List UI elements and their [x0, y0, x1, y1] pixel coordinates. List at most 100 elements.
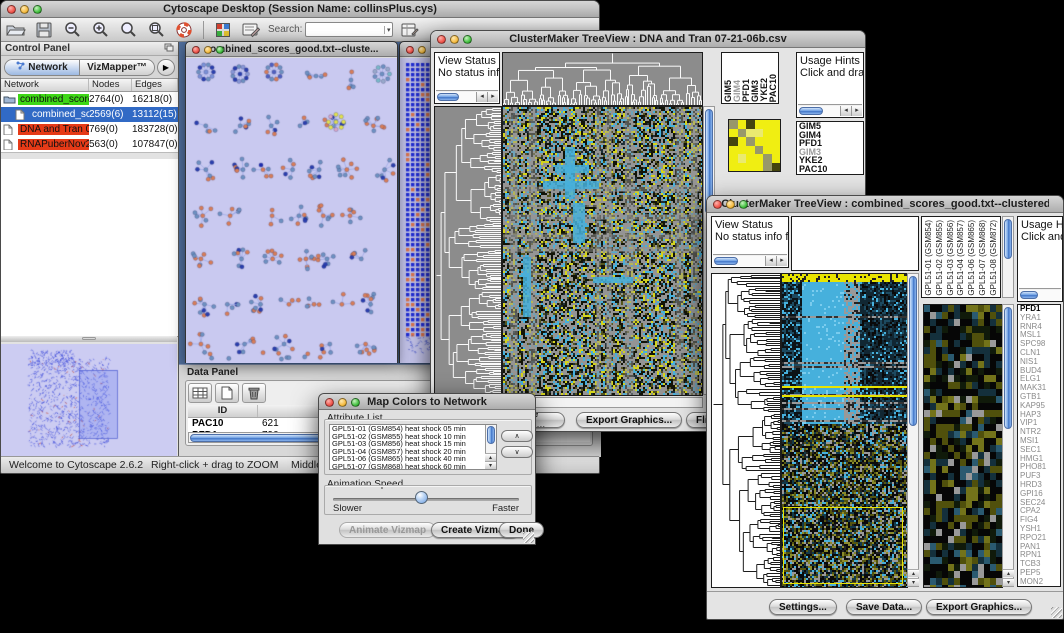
scroll-up-button[interactable]: ▴	[1003, 569, 1014, 577]
matrix-cell[interactable]	[763, 146, 772, 155]
matrix-cell[interactable]	[729, 137, 738, 146]
scrollbar-thumb[interactable]	[1004, 307, 1012, 429]
minimize-button[interactable]	[338, 398, 347, 407]
close-button[interactable]	[7, 5, 16, 14]
heatmap-vscrollbar[interactable]: ▴ ▾	[907, 273, 919, 587]
usage-hints-scrollbar[interactable]: ◂ ▸	[798, 104, 862, 116]
scroll-down-button[interactable]: ▾	[908, 578, 919, 586]
column-label[interactable]: PAC10	[769, 74, 778, 102]
animate-vizmap-button[interactable]: Animate Vizmap	[339, 522, 436, 538]
heatmap[interactable]	[781, 273, 908, 588]
matrix-cell[interactable]	[729, 146, 738, 155]
birdseye-view[interactable]	[1, 344, 177, 457]
zoom-button[interactable]	[33, 5, 42, 14]
matrix-cell[interactable]	[738, 137, 747, 146]
view-status-scrollbar[interactable]: ◂ ▸	[436, 90, 498, 102]
zoom-button[interactable]	[739, 200, 748, 209]
settings-button[interactable]: Settings...	[769, 599, 837, 615]
scroll-left-button[interactable]: ◂	[765, 256, 776, 266]
annotation-icon[interactable]	[240, 20, 262, 39]
zoom-button[interactable]	[463, 35, 472, 44]
row-dendrogram[interactable]	[434, 106, 502, 396]
network-view-titlebar[interactable]: combined_scores_good.txt--cluste...	[186, 42, 397, 57]
scrollbar-thumb[interactable]	[1020, 291, 1038, 299]
matrix-cell[interactable]	[738, 129, 747, 138]
save-session-icon[interactable]	[33, 20, 55, 39]
dialog-titlebar[interactable]: Map Colors to Network	[319, 394, 535, 410]
matrix-cell[interactable]	[755, 163, 764, 172]
matrix-cell[interactable]	[763, 137, 772, 146]
row-dendrogram[interactable]	[711, 273, 781, 588]
column-label[interactable]: GPL51-06 (GSM865)	[967, 220, 976, 296]
column-label[interactable]: GPL51-08 (GSM872)	[989, 220, 998, 296]
matrix-cell[interactable]	[763, 154, 772, 163]
close-button[interactable]	[437, 35, 446, 44]
matrix-cell[interactable]	[755, 137, 764, 146]
matrix-cell[interactable]	[746, 137, 755, 146]
minimize-button[interactable]	[450, 35, 459, 44]
open-session-icon[interactable]	[5, 20, 27, 39]
scroll-left-button[interactable]: ◂	[476, 92, 487, 102]
zoom-out-icon[interactable]	[61, 20, 83, 39]
view-status-scrollbar[interactable]: ◂ ▸	[713, 254, 787, 266]
close-button[interactable]	[406, 46, 414, 54]
matrix-cell[interactable]	[763, 129, 772, 138]
matrix-cell[interactable]	[763, 163, 772, 172]
zoom-button[interactable]	[351, 398, 360, 407]
delete-attribute-icon[interactable]	[242, 383, 266, 403]
scroll-up-button[interactable]: ▴	[908, 569, 919, 577]
zoom-in-icon[interactable]	[89, 20, 111, 39]
gene-list-scrollbar[interactable]: ▴ ▾	[1002, 304, 1014, 587]
matrix-cell[interactable]	[755, 120, 764, 129]
matrix-cell[interactable]	[763, 120, 772, 129]
tab-network[interactable]: Network	[5, 60, 79, 75]
scroll-right-button[interactable]: ▸	[776, 256, 787, 266]
matrix-cell[interactable]	[738, 163, 747, 172]
panel-divider-handle[interactable]	[1, 336, 177, 342]
vizmapper-icon[interactable]	[212, 20, 234, 39]
attribute-list-scrollbar[interactable]: ▴ ▾	[485, 425, 496, 469]
matrix-cell[interactable]	[772, 120, 781, 129]
attribute-browser-icon[interactable]	[399, 20, 421, 39]
attribute-list[interactable]: GPL51-01 (GSM854) heat shock 05 minGPL51…	[329, 424, 497, 470]
main-titlebar[interactable]: Cytoscape Desktop (Session Name: collins…	[1, 1, 599, 18]
resize-grip[interactable]	[1051, 607, 1062, 618]
column-labels-scrollbar[interactable]	[1002, 216, 1014, 298]
network-tree-row[interactable]: combined_scores2764(0)16218(0)	[1, 92, 178, 107]
matrix-cell[interactable]	[772, 129, 781, 138]
minimize-button[interactable]	[418, 46, 426, 54]
matrix-cell[interactable]	[746, 146, 755, 155]
export-graphics-button[interactable]: Export Graphics...	[926, 599, 1032, 615]
minimize-button[interactable]	[204, 46, 212, 54]
matrix-cell[interactable]	[738, 120, 747, 129]
done-button[interactable]: Done	[499, 522, 544, 538]
tab-vizmapper[interactable]: VizMapper™	[79, 60, 154, 75]
slider-thumb[interactable]	[415, 491, 428, 504]
matrix-cell[interactable]	[729, 154, 738, 163]
scroll-right-button[interactable]: ▸	[487, 92, 498, 102]
matrix-cell[interactable]	[755, 129, 764, 138]
scroll-right-button[interactable]: ▸	[851, 106, 862, 116]
zoom-selected-icon[interactable]	[117, 20, 139, 39]
scrollbar-thumb[interactable]	[799, 107, 823, 115]
column-label[interactable]: GPL51-02 (GSM855)	[935, 220, 944, 296]
network-tree-row[interactable]: RNAPuberNov2+1563(0)107847(0)	[1, 137, 178, 152]
scrollbar-thumb[interactable]	[1004, 219, 1012, 259]
matrix-cell[interactable]	[755, 146, 764, 155]
scrollbar-thumb[interactable]	[909, 276, 917, 426]
save-data-button[interactable]: Save Data...	[846, 599, 922, 615]
close-button[interactable]	[713, 200, 722, 209]
export-graphics-button[interactable]: Export Graphics...	[576, 412, 682, 428]
detail-heatmap[interactable]	[923, 304, 1003, 588]
matrix-cell[interactable]	[729, 163, 738, 172]
resize-grip[interactable]	[523, 532, 534, 543]
matrix-cell[interactable]	[746, 120, 755, 129]
matrix-cell[interactable]	[772, 154, 781, 163]
matrix-cell[interactable]	[772, 146, 781, 155]
column-dendrogram[interactable]	[502, 52, 703, 106]
matrix-cell[interactable]	[746, 163, 755, 172]
search-dropdown-icon[interactable]: ▾	[384, 26, 393, 34]
attribute-list-item[interactable]: GPL51-07 (GSM868) heat shock 60 min	[330, 463, 496, 470]
scrollbar-thumb[interactable]	[714, 257, 738, 265]
help-icon[interactable]	[173, 20, 195, 39]
